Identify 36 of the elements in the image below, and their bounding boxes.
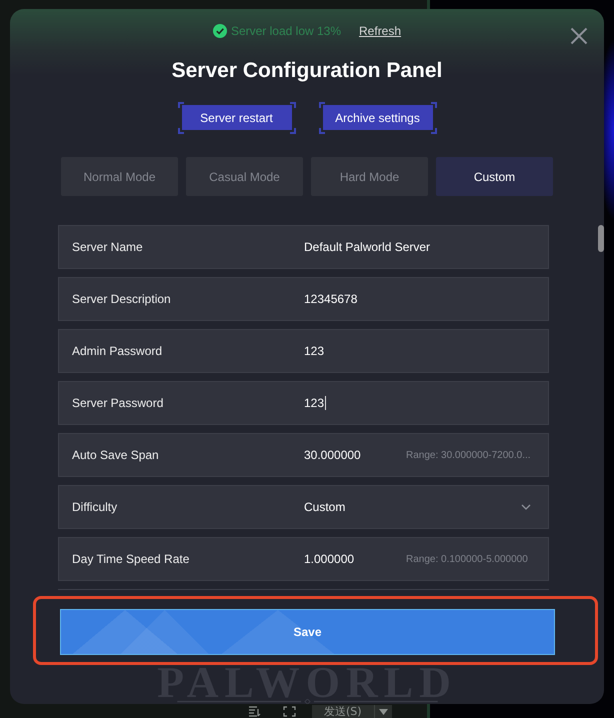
close-icon [570, 27, 588, 45]
save-button[interactable]: Save [60, 609, 555, 655]
action-button[interactable]: Server restart [178, 102, 296, 134]
setting-label: Server Description [72, 292, 172, 306]
list-icon[interactable] [248, 706, 261, 717]
caret-icon [378, 708, 388, 714]
expand-icon[interactable] [283, 706, 296, 717]
scrollbar-thumb[interactable] [598, 225, 604, 252]
chevron-down-icon [521, 504, 531, 510]
check-circle-icon [212, 24, 227, 38]
number-field[interactable]: 30.000000 [304, 448, 361, 462]
range-hint: Range: 30.000000-7200.0... [406, 450, 531, 460]
send-options-button[interactable] [374, 705, 392, 718]
setting-label: Admin Password [72, 344, 164, 358]
text-field[interactable]: 12345678 [304, 292, 358, 306]
close-button[interactable] [570, 27, 588, 45]
mode-tab[interactable]: Casual Mode [186, 157, 303, 196]
number-field[interactable]: 1.000000 [304, 552, 354, 566]
text-field[interactable]: Default Palworld Server [304, 240, 430, 254]
setting-label: Day Time Speed Rate [72, 552, 190, 566]
mode-tab[interactable]: Hard Mode [311, 157, 428, 196]
text-field[interactable]: 123 [304, 344, 324, 358]
action-button[interactable]: Archive settings [318, 102, 436, 134]
setting-label: Server Password [72, 396, 164, 410]
text-field[interactable]: 123 [304, 396, 326, 410]
dialog-title: Server Configuration Panel [172, 58, 442, 84]
setting-label: Server Name [72, 240, 144, 254]
dropdown[interactable]: Custom [304, 500, 531, 514]
mode-tab[interactable]: Normal Mode [61, 157, 178, 196]
mode-tab[interactable]: Custom [436, 157, 553, 196]
send-button[interactable]: 发送(S) [312, 705, 374, 718]
range-hint: Range: 0.100000-5.000000 [406, 554, 529, 564]
refresh-link[interactable]: Refresh [359, 24, 402, 38]
setting-label: Auto Save Span [72, 448, 160, 462]
status-text: Server load low 13% [230, 24, 342, 38]
setting-label: Difficulty [72, 500, 118, 514]
